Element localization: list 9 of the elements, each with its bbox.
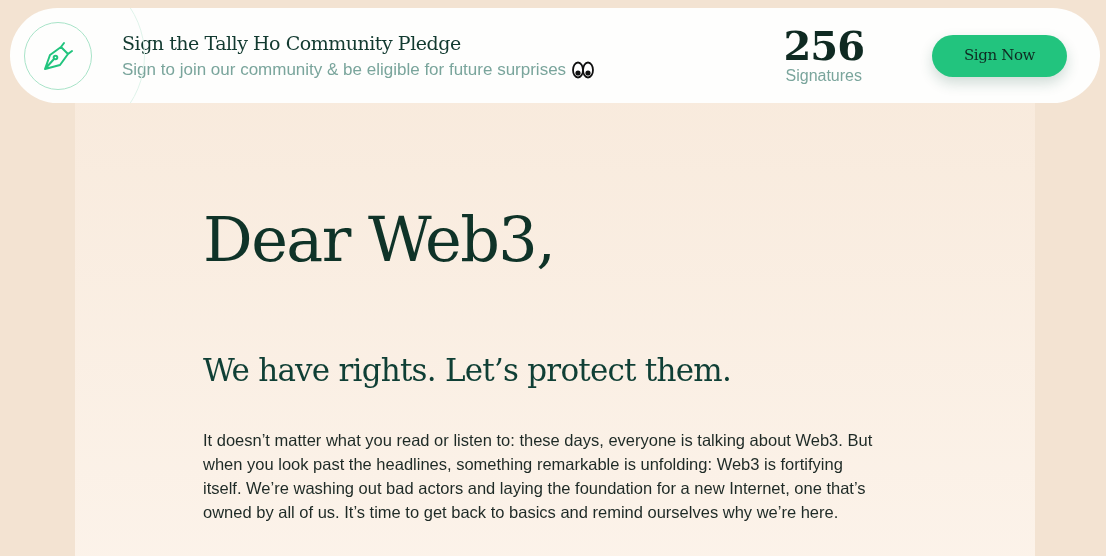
letter-greeting: Dear Web3, xyxy=(203,202,556,278)
pledge-title: Sign the Tally Ho Community Pledge xyxy=(122,30,462,56)
sign-now-button[interactable]: Sign Now xyxy=(932,34,1067,77)
signature-label: Signatures xyxy=(785,65,862,86)
signature-count: 256 xyxy=(783,25,864,66)
letter-paragraph: It doesn’t matter what you read or listen to: these days, everyone is talking about Web3. But when you look past the headlines, something remarkable is unfolding: Web3 is fortifying itself. We’re washing out bad actors and laying the foundation for a new Internet, one that’s owned by all of us. It’s time to get back to basics and remind ourselves why we’re here. xyxy=(203,430,874,523)
pledge-subtitle: Sign to join our community & be eligible for future surprises xyxy=(122,59,567,81)
eyes-icon xyxy=(572,60,595,79)
letter-heading: We have rights. Let’s protect them. xyxy=(203,351,732,390)
